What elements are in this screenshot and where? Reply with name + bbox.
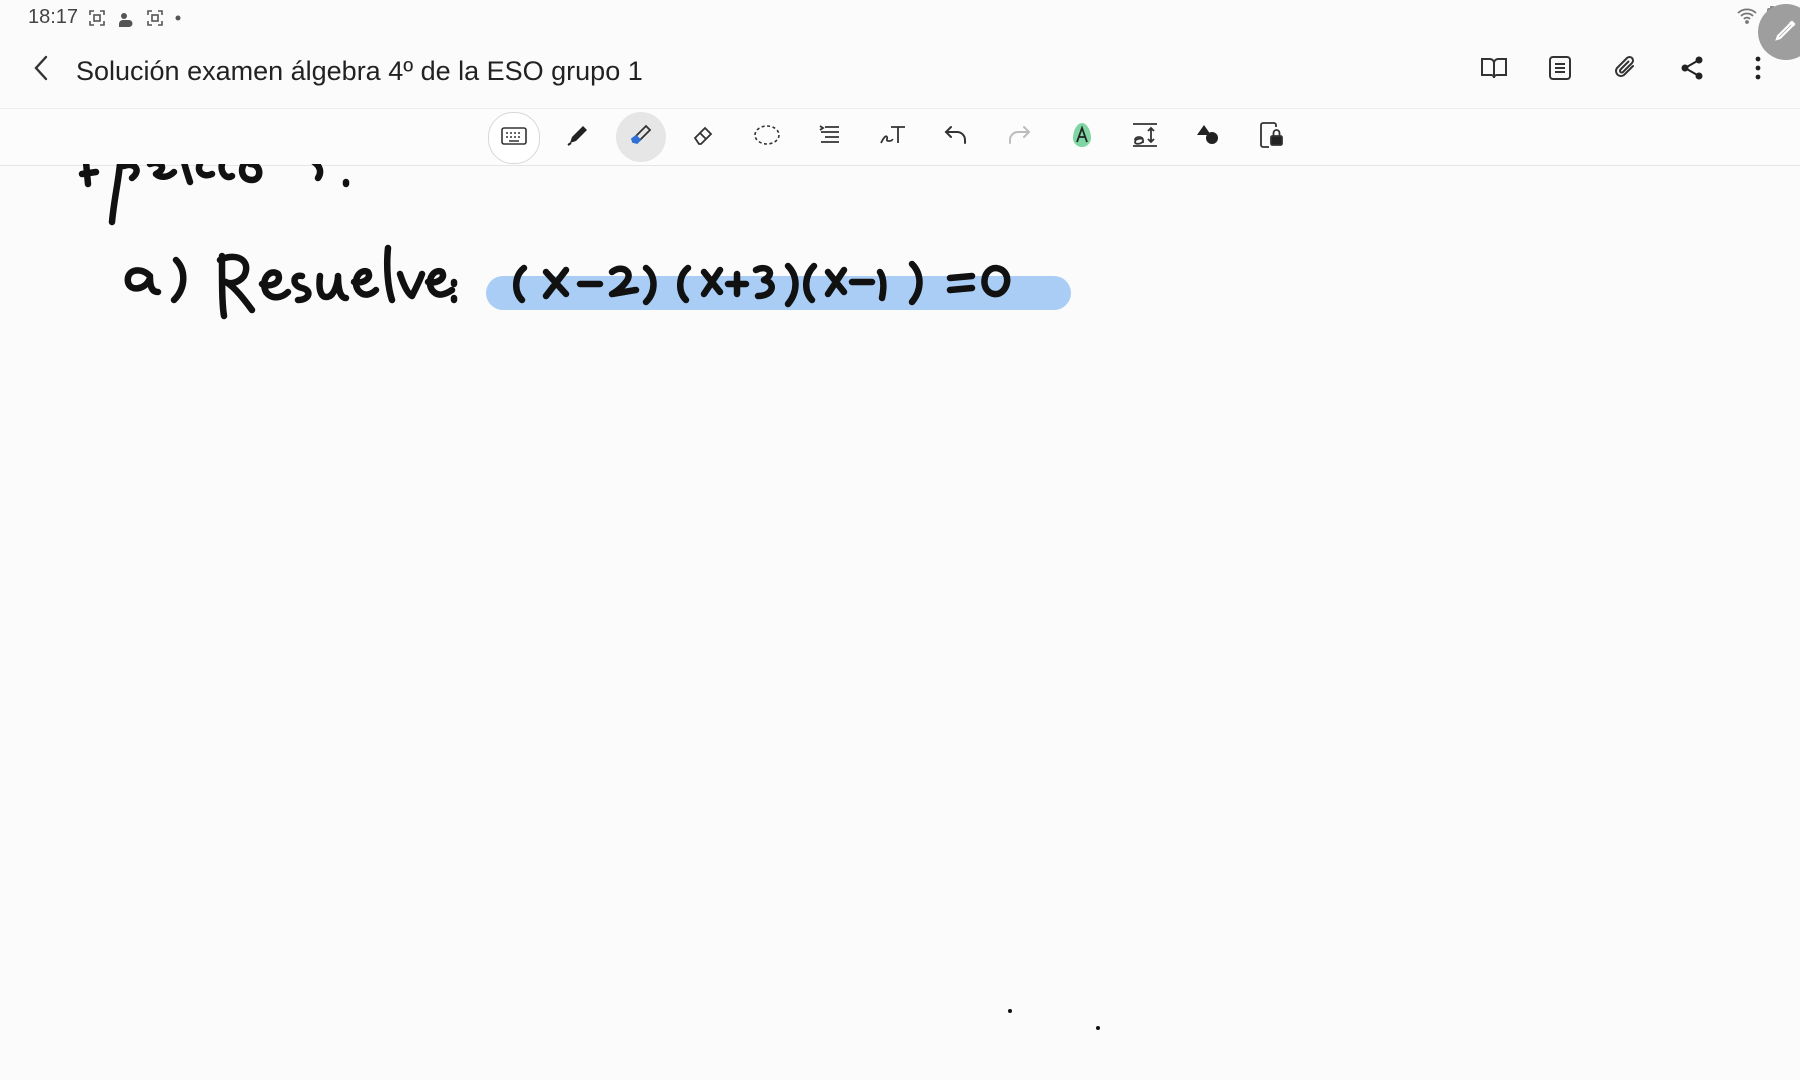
attachment-button[interactable] <box>1604 48 1648 92</box>
page-list-button[interactable] <box>1538 48 1582 92</box>
book-view-button[interactable] <box>1472 48 1516 92</box>
keyboard-button[interactable] <box>488 112 540 164</box>
drawing-toolbar <box>0 108 1800 166</box>
screenshot-icon <box>146 9 164 27</box>
note-canvas[interactable] <box>0 164 1800 1080</box>
share-button[interactable] <box>1670 48 1714 92</box>
ink-dot <box>1096 1026 1100 1030</box>
status-bar: 18:17 <box>0 0 1800 60</box>
screenshot-icon <box>88 9 106 27</box>
note-title: Solución examen álgebra 4º de la ESO gru… <box>76 56 643 86</box>
handwriting-ejercicio <box>78 164 350 226</box>
text-size-icon <box>1131 122 1159 153</box>
ink-dot <box>1008 1009 1012 1013</box>
read-only-lock-button[interactable] <box>1246 112 1296 162</box>
status-time: 18:17 <box>28 6 79 28</box>
lasso-icon <box>753 123 781 152</box>
attachment-icon <box>1613 54 1639 87</box>
pen-tool[interactable] <box>553 112 603 162</box>
handwriting-resuelve <box>216 244 456 320</box>
text-size-tool[interactable] <box>1120 112 1170 162</box>
text-format-tool[interactable] <box>805 112 855 162</box>
text-color-tool[interactable] <box>1057 112 1107 162</box>
note-header: Solución examen álgebra 4º de la ESO gru… <box>0 34 1800 108</box>
page-list-icon <box>1548 55 1572 86</box>
lasso-tool[interactable] <box>742 112 792 162</box>
keyboard-icon <box>501 126 527 150</box>
handwriting-to-text-tool[interactable] <box>868 112 918 162</box>
undo-button[interactable] <box>931 112 981 162</box>
wifi-icon <box>1736 6 1758 29</box>
eraser-tool[interactable] <box>679 112 729 162</box>
cloud-sun-icon <box>116 9 136 27</box>
shapes-icon <box>1195 123 1221 152</box>
highlighter-tool[interactable] <box>616 112 666 162</box>
redo-icon <box>1006 123 1032 152</box>
text-align-icon <box>817 123 843 152</box>
pen-icon <box>565 122 591 153</box>
more-options-icon <box>1754 55 1762 86</box>
handwriting-text-icon <box>879 123 907 152</box>
undo-icon <box>943 123 969 152</box>
shapes-tool[interactable] <box>1183 112 1233 162</box>
dot-icon <box>174 14 182 22</box>
text-color-icon <box>1069 121 1095 154</box>
handwriting-layer <box>78 164 1100 1030</box>
highlighter-icon <box>628 122 654 153</box>
redo-button[interactable] <box>994 112 1044 162</box>
chevron-left-icon <box>32 54 52 87</box>
book-view-icon <box>1480 55 1508 86</box>
eraser-icon <box>691 122 717 153</box>
share-icon <box>1680 55 1704 86</box>
lock-page-icon <box>1258 121 1284 154</box>
handwriting-a <box>124 256 187 304</box>
back-button[interactable] <box>24 52 60 88</box>
more-options-button[interactable] <box>1736 48 1780 92</box>
